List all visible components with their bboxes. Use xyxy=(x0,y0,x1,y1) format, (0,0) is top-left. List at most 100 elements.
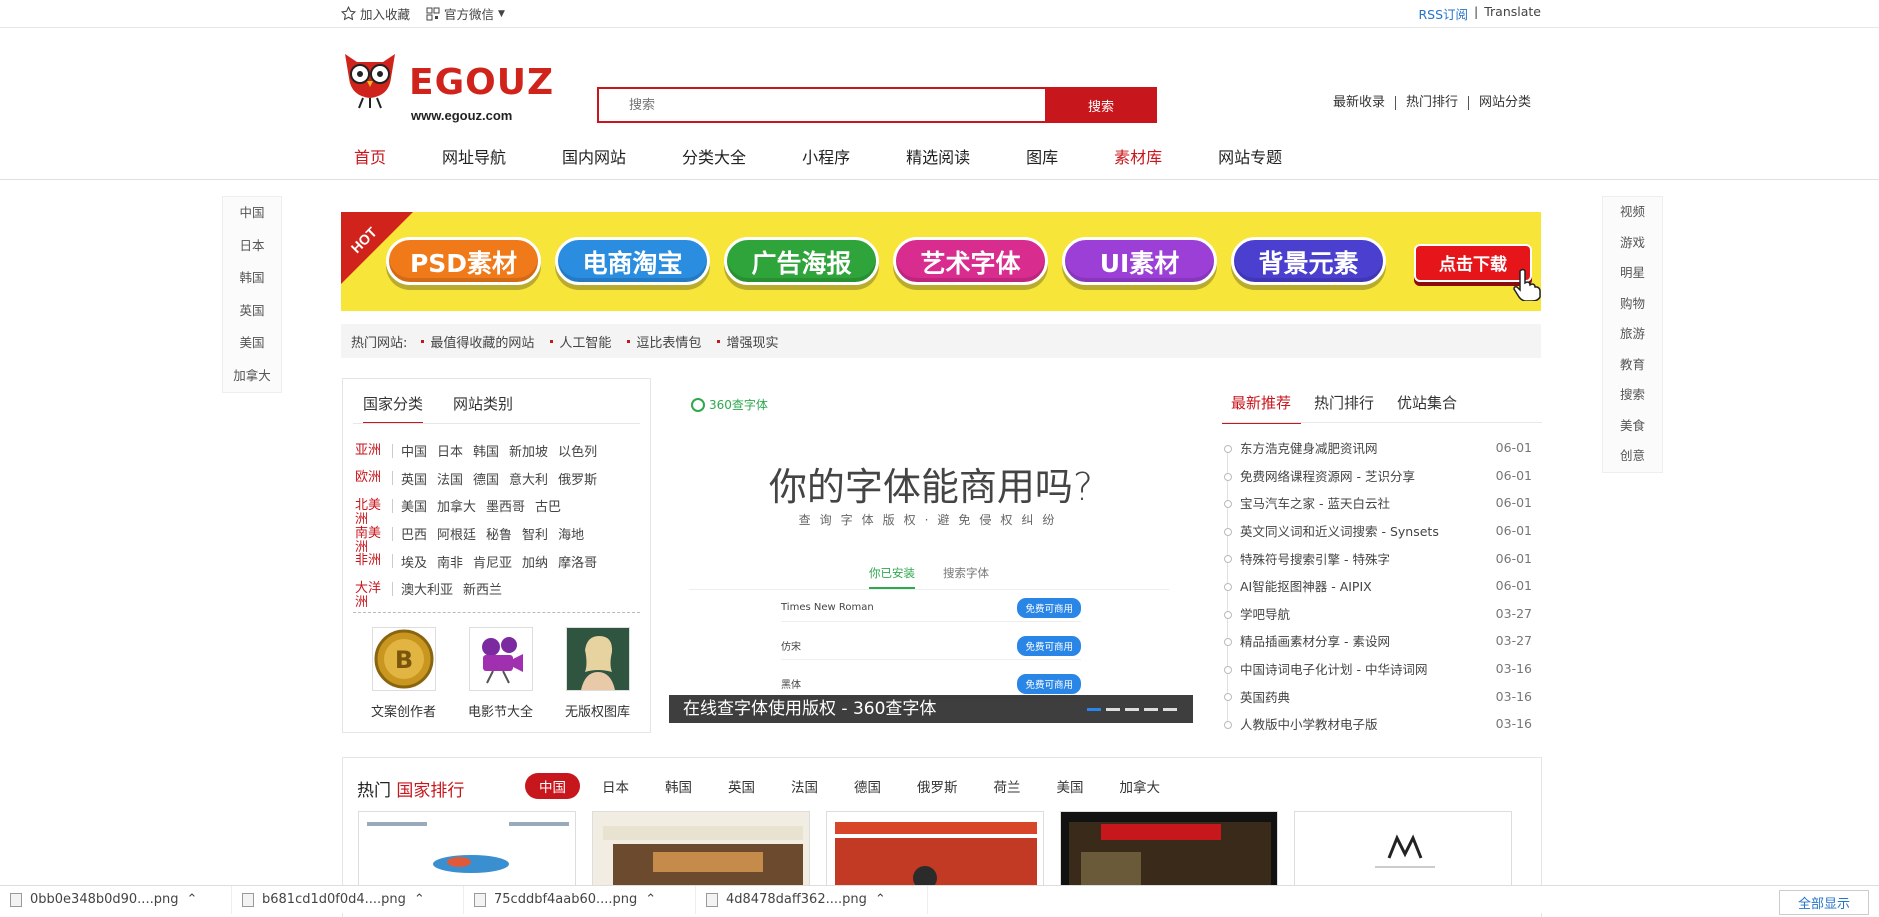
country-link[interactable]: 埃及 xyxy=(401,552,427,571)
download-item[interactable]: b681cd1d0f0d4....png ⌃ xyxy=(232,885,464,914)
nav-assets[interactable]: 素材库 xyxy=(1114,144,1162,168)
ranking-tab[interactable]: 美国 xyxy=(1043,773,1098,799)
ranking-tab[interactable]: 英国 xyxy=(714,773,769,799)
tab-site-collection[interactable]: 优站集合 xyxy=(1388,392,1467,424)
news-item[interactable]: 学吧导航 03-27 xyxy=(1222,600,1534,628)
news-item[interactable]: AI智能抠图神器 - AIPIX 06-01 xyxy=(1222,572,1534,600)
ranking-tab[interactable]: 日本 xyxy=(588,773,643,799)
tab-site-category[interactable]: 网站类别 xyxy=(453,393,513,424)
tab-latest-recommend[interactable]: 最新推荐 xyxy=(1222,392,1302,424)
psd-assets-pill[interactable]: PSD素材 xyxy=(386,237,541,285)
country-link[interactable]: 法国 xyxy=(437,469,463,488)
side-category-item[interactable]: 创意 xyxy=(1603,441,1662,472)
region-name[interactable]: 北美洲 xyxy=(355,498,393,526)
download-item[interactable]: 75cddbf4aab60....png ⌃ xyxy=(464,885,696,914)
nav-domestic-sites[interactable]: 国内网站 xyxy=(562,144,626,168)
tab-hot-ranking[interactable]: 热门排行 xyxy=(1305,392,1384,424)
background-elements-pill[interactable]: 背景元素 xyxy=(1231,237,1386,285)
chevron-up-icon[interactable]: ⌃ xyxy=(186,892,197,907)
rss-link[interactable]: RSS订阅 xyxy=(1418,4,1468,23)
feature-card[interactable]: B 文案创作者 xyxy=(355,627,452,720)
country-link[interactable]: 意大利 xyxy=(509,469,548,488)
chevron-up-icon[interactable]: ⌃ xyxy=(414,892,425,907)
news-item[interactable]: 中国诗词电子化计划 - 中华诗词网 03-16 xyxy=(1222,655,1534,683)
hot-site-link[interactable]: 增强现实 xyxy=(717,332,778,351)
side-country-item[interactable]: 加拿大 xyxy=(223,360,281,393)
tab-country-category[interactable]: 国家分类 xyxy=(363,393,424,424)
news-item[interactable]: 精品插画素材分享 - 素设网 03-27 xyxy=(1222,627,1534,655)
ranking-tab[interactable]: 加拿大 xyxy=(1106,773,1175,799)
country-link[interactable]: 加拿大 xyxy=(437,496,476,515)
country-link[interactable]: 英国 xyxy=(401,469,427,488)
news-item[interactable]: 特殊符号搜索引擎 - 特殊字 06-01 xyxy=(1222,544,1534,572)
ranking-tab[interactable]: 德国 xyxy=(840,773,895,799)
site-thumbnail[interactable] xyxy=(358,811,576,891)
slide-dot[interactable] xyxy=(1106,708,1120,711)
ui-assets-pill[interactable]: UI素材 xyxy=(1062,237,1217,285)
chevron-up-icon[interactable]: ⌃ xyxy=(645,892,656,907)
region-name[interactable]: 非洲 xyxy=(355,554,393,569)
nav-reading[interactable]: 精选阅读 xyxy=(906,144,970,168)
region-name[interactable]: 欧洲 xyxy=(355,471,393,486)
ranking-tab[interactable]: 韩国 xyxy=(651,773,706,799)
news-item[interactable]: 英文同义词和近义词搜索 - Synsets 06-01 xyxy=(1222,517,1534,545)
country-link[interactable]: 以色列 xyxy=(558,441,597,460)
chevron-up-icon[interactable]: ⌃ xyxy=(875,892,886,907)
ecommerce-pill[interactable]: 电商淘宝 xyxy=(555,237,710,285)
country-link[interactable]: 俄罗斯 xyxy=(558,469,597,488)
wechat-link[interactable]: 官方微信 ▼ xyxy=(426,4,505,23)
side-country-item[interactable]: 韩国 xyxy=(223,262,281,295)
site-thumbnail[interactable] xyxy=(826,811,1044,891)
nav-categories[interactable]: 分类大全 xyxy=(682,144,746,168)
country-link[interactable]: 新加坡 xyxy=(509,441,548,460)
show-all-downloads-button[interactable]: 全部显示 xyxy=(1778,890,1869,915)
ranking-tab[interactable]: 法国 xyxy=(777,773,832,799)
ranking-tab[interactable]: 中国 xyxy=(525,773,580,799)
country-link[interactable]: 韩国 xyxy=(473,441,499,460)
country-link[interactable]: 日本 xyxy=(437,441,463,460)
site-category-link[interactable]: 网站分类 xyxy=(1467,96,1541,110)
slide-dot[interactable] xyxy=(1163,708,1177,711)
latest-link[interactable]: 最新收录 xyxy=(1323,96,1395,110)
news-item[interactable]: 东方浩克健身减肥资讯网 06-01 xyxy=(1222,434,1534,462)
hot-site-link[interactable]: 人工智能 xyxy=(550,332,611,351)
search-button[interactable]: 搜索 xyxy=(1045,87,1157,123)
side-country-item[interactable]: 英国 xyxy=(223,295,281,328)
ranking-tab[interactable]: 俄罗斯 xyxy=(903,773,972,799)
country-link[interactable]: 新西兰 xyxy=(463,579,502,598)
nav-topics[interactable]: 网站专题 xyxy=(1218,144,1282,168)
side-category-item[interactable]: 游戏 xyxy=(1603,228,1662,259)
site-logo[interactable]: EGOUZ www.egouz.com xyxy=(341,48,553,140)
slide-dot[interactable] xyxy=(1144,708,1158,711)
news-item[interactable]: 英国药典 03-16 xyxy=(1222,682,1534,710)
country-link[interactable]: 墨西哥 xyxy=(486,496,525,515)
side-category-item[interactable]: 美食 xyxy=(1603,411,1662,442)
country-link[interactable]: 古巴 xyxy=(535,496,561,515)
country-link[interactable]: 美国 xyxy=(401,496,427,515)
news-item[interactable]: 人教版中小学教材电子版 03-16 xyxy=(1222,710,1534,738)
country-link[interactable]: 肯尼亚 xyxy=(473,552,512,571)
nav-gallery[interactable]: 图库 xyxy=(1026,144,1058,168)
art-font-pill[interactable]: 艺术字体 xyxy=(893,237,1048,285)
slide-dot[interactable] xyxy=(1125,708,1139,711)
hot-ranking-link[interactable]: 热门排行 xyxy=(1394,96,1468,110)
site-thumbnail[interactable] xyxy=(592,811,810,891)
country-link[interactable]: 加纳 xyxy=(522,552,548,571)
featured-slider[interactable]: 360查字体 你的字体能商用吗? 查询字体版权·避免侵权纠纷 你已安装 搜索字体… xyxy=(669,378,1193,723)
side-category-item[interactable]: 旅游 xyxy=(1603,319,1662,350)
side-category-item[interactable]: 搜索 xyxy=(1603,380,1662,411)
country-link[interactable]: 巴西 xyxy=(401,524,427,543)
news-item[interactable]: 宝马汽车之家 - 蓝天白云社 06-01 xyxy=(1222,489,1534,517)
feature-card[interactable]: 电影节大全 xyxy=(452,627,549,720)
download-item[interactable]: 4d8478daff362....png ⌃ xyxy=(696,885,928,914)
region-name[interactable]: 亚洲 xyxy=(355,443,393,458)
hot-site-link[interactable]: 最值得收藏的网站 xyxy=(421,332,534,351)
hot-site-link[interactable]: 逗比表情包 xyxy=(627,332,701,351)
translate-link[interactable]: Translate xyxy=(1484,4,1541,23)
side-category-item[interactable]: 视频 xyxy=(1603,197,1662,228)
nav-home[interactable]: 首页 xyxy=(354,144,386,168)
country-link[interactable]: 澳大利亚 xyxy=(401,579,453,598)
bookmark-link[interactable]: 加入收藏 xyxy=(341,4,410,23)
country-link[interactable]: 中国 xyxy=(401,441,427,460)
side-category-item[interactable]: 明星 xyxy=(1603,258,1662,289)
